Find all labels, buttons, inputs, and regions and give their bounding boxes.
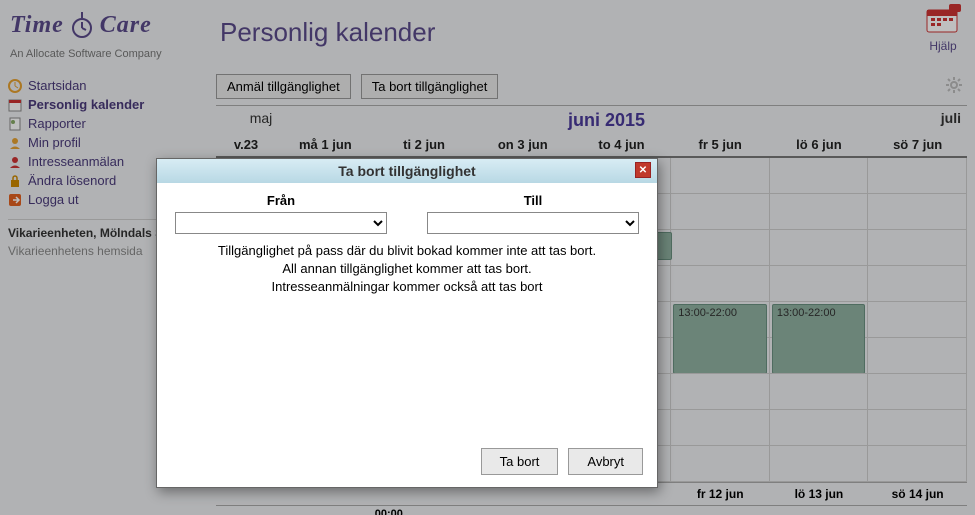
confirm-remove-button[interactable]: Ta bort [481, 448, 559, 475]
remove-availability-modal: Ta bort tillgänglighet ✕ Från Till Tillg… [156, 158, 658, 488]
cancel-button[interactable]: Avbryt [568, 448, 643, 475]
to-label: Till [427, 193, 639, 208]
modal-info-line: Tillgänglighet på pass där du blivit bok… [175, 242, 639, 260]
to-select[interactable] [427, 212, 639, 234]
from-select[interactable] [175, 212, 387, 234]
close-icon[interactable]: ✕ [635, 162, 651, 178]
from-label: Från [175, 193, 387, 208]
modal-info-line: All annan tillgänglighet kommer att tas … [175, 260, 639, 278]
modal-info-line: Intresseanmälningar kommer också att tas… [175, 278, 639, 296]
modal-title: Ta bort tillgänglighet [338, 163, 475, 179]
